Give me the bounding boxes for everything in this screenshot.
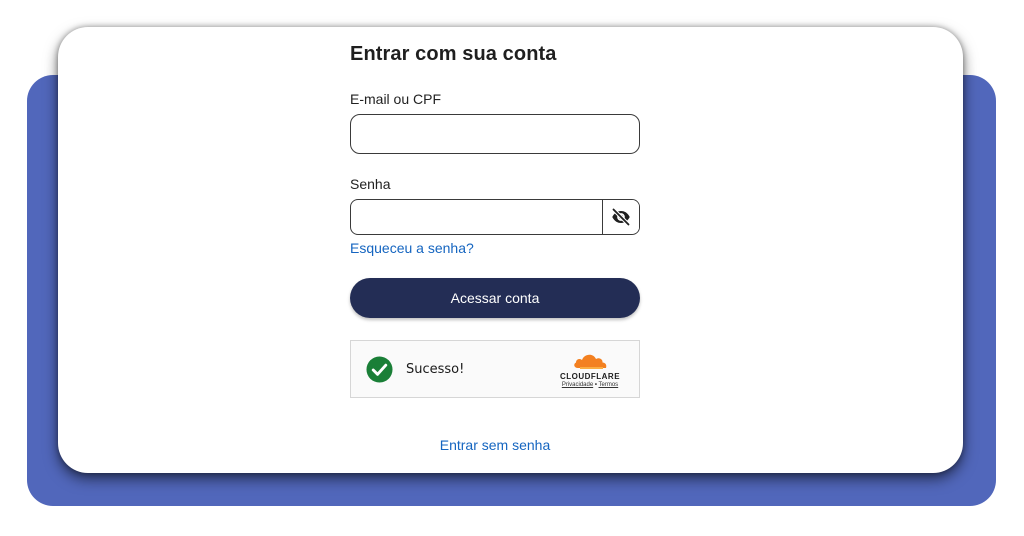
login-button[interactable]: Acessar conta	[350, 278, 640, 318]
terms-link[interactable]: Termos	[599, 382, 619, 388]
eye-slash-icon	[611, 207, 631, 227]
password-group	[350, 199, 640, 235]
cloudflare-logo: CLOUDFLARE Privacidade • Termos	[555, 351, 625, 391]
toggle-password-visibility-button[interactable]	[602, 200, 639, 234]
email-label: E-mail ou CPF	[350, 91, 442, 107]
privacy-link[interactable]: Privacidade	[562, 382, 593, 388]
email-field[interactable]	[350, 114, 640, 154]
forgot-password-link[interactable]: Esqueceu a senha?	[350, 240, 474, 256]
link-separator: •	[594, 382, 597, 388]
cloudflare-links: Privacidade • Termos	[555, 382, 625, 388]
cloudflare-wordmark: CLOUDFLARE	[559, 372, 621, 381]
cloudflare-cloud-icon	[574, 354, 607, 369]
passwordless-login-link[interactable]: Entrar sem senha	[350, 437, 640, 453]
check-circle-icon	[366, 355, 393, 383]
password-field[interactable]	[351, 200, 602, 234]
page: Entrar com sua conta E-mail ou CPF Senha…	[0, 0, 1024, 536]
login-card: Entrar com sua conta E-mail ou CPF Senha…	[58, 27, 963, 473]
page-title: Entrar com sua conta	[350, 43, 557, 65]
captcha-widget: Sucesso! CLOUDFLARE Privacidade • Termos	[350, 340, 640, 398]
captcha-status: Sucesso!	[406, 361, 465, 377]
password-label: Senha	[350, 176, 391, 192]
